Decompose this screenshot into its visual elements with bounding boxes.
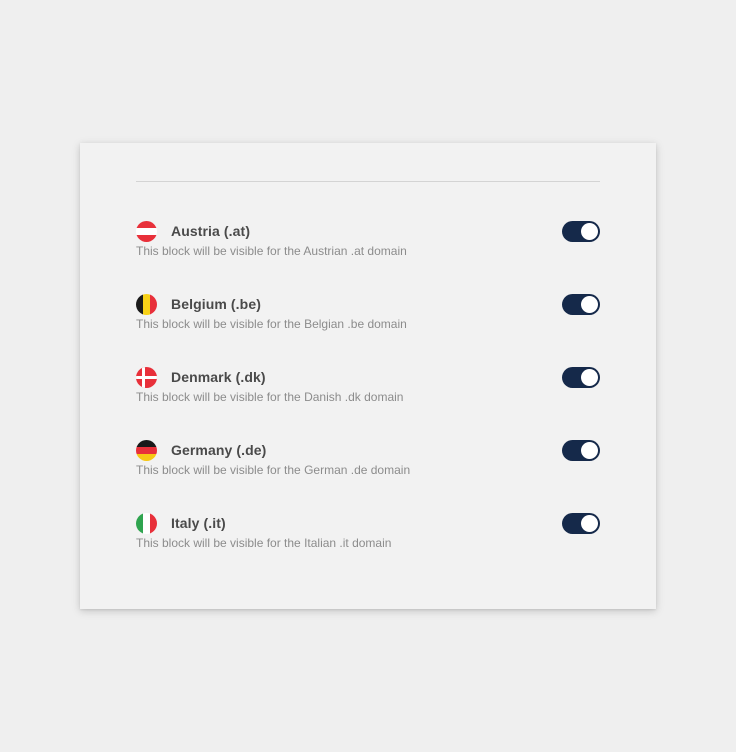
italy-flag-icon — [136, 512, 157, 534]
toggle-germany[interactable] — [562, 440, 600, 461]
toggle-belgium[interactable] — [562, 294, 600, 315]
domain-name: Belgium (.be) — [171, 296, 261, 312]
divider — [136, 181, 600, 182]
list-item-germany: Germany (.de) This block will be visible… — [136, 439, 600, 512]
toggle-knob — [581, 369, 598, 386]
domain-description: This block will be visible for the Belgi… — [136, 317, 407, 331]
belgium-flag-icon — [136, 293, 157, 315]
toggle-knob — [581, 442, 598, 459]
domain-description: This block will be visible for the Itali… — [136, 536, 392, 550]
domain-description: This block will be visible for the Austr… — [136, 244, 407, 258]
domain-list: Austria (.at) This block will be visible… — [136, 220, 600, 585]
domain-name: Germany (.de) — [171, 442, 267, 458]
list-item-austria: Austria (.at) This block will be visible… — [136, 220, 600, 293]
germany-flag-icon — [136, 439, 157, 461]
toggle-knob — [581, 296, 598, 313]
domain-description: This block will be visible for the Germa… — [136, 463, 411, 477]
denmark-flag-icon — [136, 366, 157, 388]
toggle-knob — [581, 515, 598, 532]
list-item-denmark: Denmark (.dk) This block will be visible… — [136, 366, 600, 439]
domain-name: Denmark (.dk) — [171, 369, 266, 385]
toggle-knob — [581, 223, 598, 240]
toggle-austria[interactable] — [562, 221, 600, 242]
toggle-denmark[interactable] — [562, 367, 600, 388]
domain-description: This block will be visible for the Danis… — [136, 390, 404, 404]
list-item-italy: Italy (.it) This block will be visible f… — [136, 512, 600, 585]
list-item-belgium: Belgium (.be) This block will be visible… — [136, 293, 600, 366]
domain-name: Austria (.at) — [171, 223, 251, 239]
toggle-italy[interactable] — [562, 513, 600, 534]
domain-name: Italy (.it) — [171, 515, 226, 531]
austria-flag-icon — [136, 220, 157, 242]
domain-visibility-card: Austria (.at) This block will be visible… — [80, 143, 656, 609]
